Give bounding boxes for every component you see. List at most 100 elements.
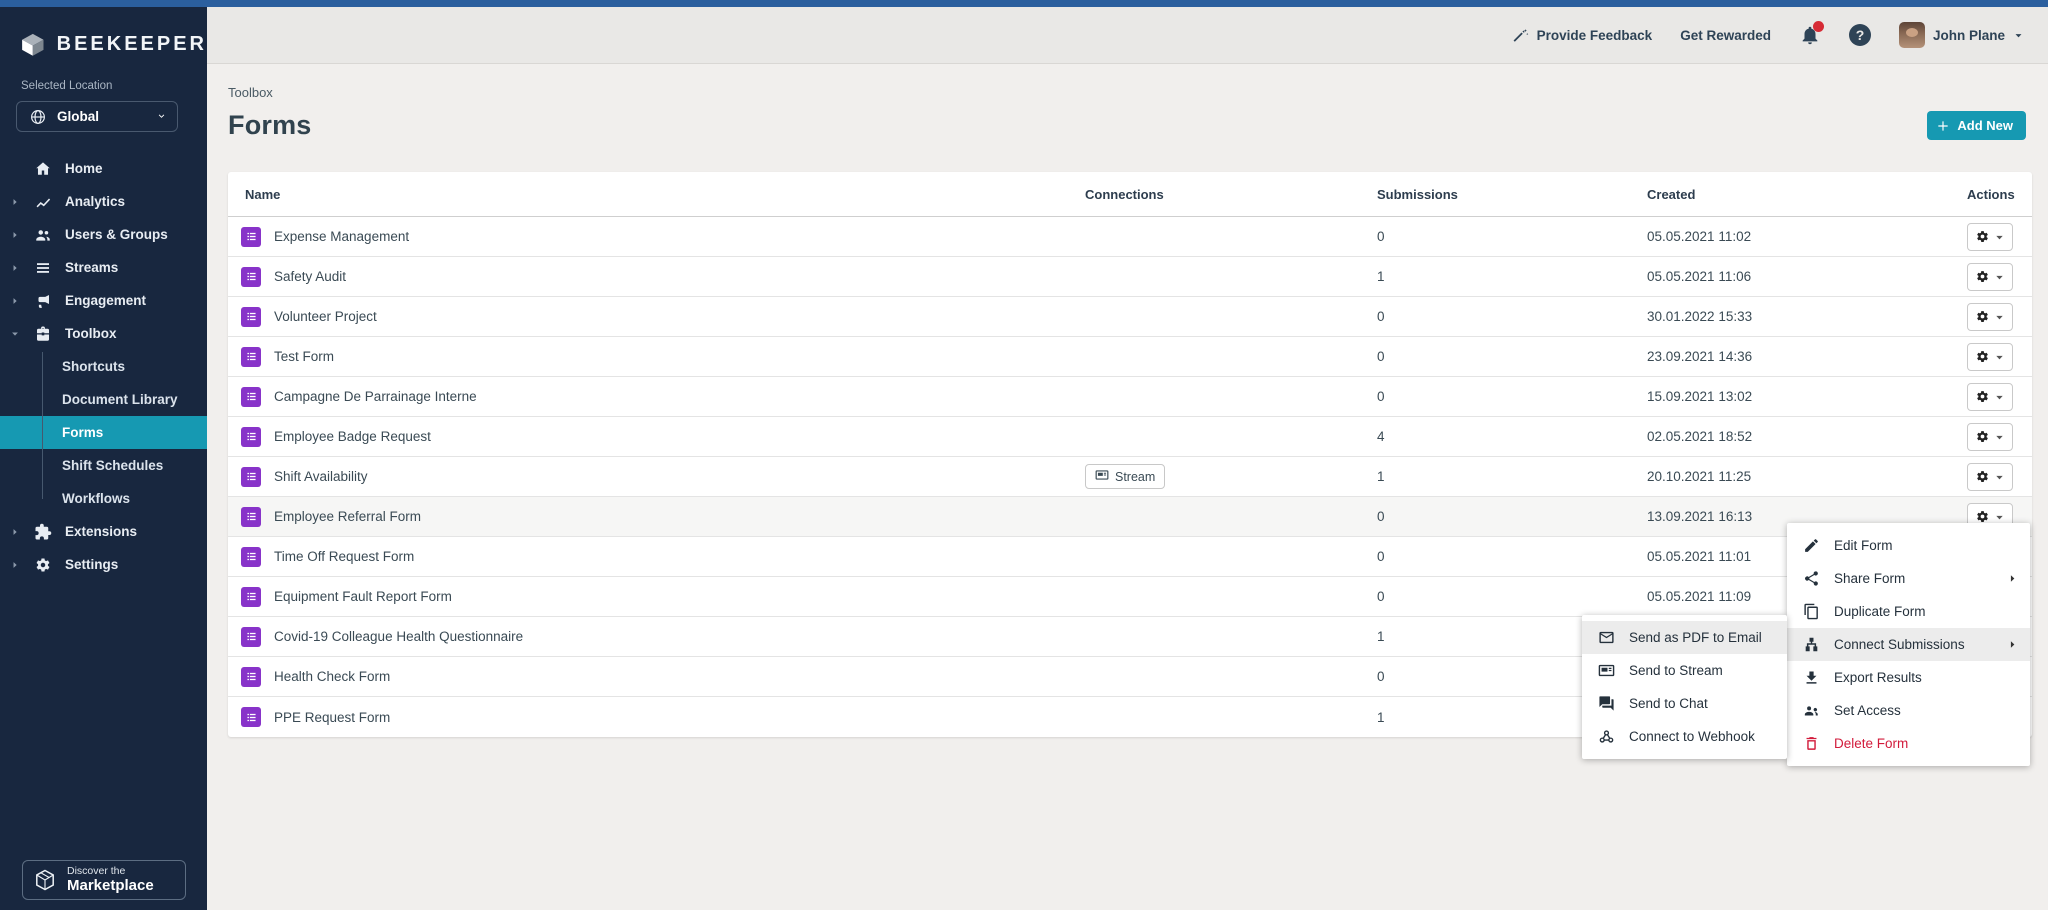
sidebar-item-forms[interactable]: Forms [0,416,207,449]
notifications-bell-icon[interactable] [1799,24,1821,46]
form-name-cell[interactable]: Safety Audit [228,267,1085,287]
menu-item-connect-submissions[interactable]: Connect Submissions [1787,628,2030,661]
table-row: Safety Audit105.05.2021 11:06 [228,257,2032,297]
sidebar-item-users-groups[interactable]: Users & Groups [0,218,207,251]
menu-item-duplicate-form[interactable]: Duplicate Form [1787,595,2030,628]
marketplace-hexagon-icon [33,868,57,892]
menu-item-label: Set Access [1834,703,2018,718]
form-name-cell[interactable]: Equipment Fault Report Form [228,587,1085,607]
form-name-cell[interactable]: Volunteer Project [228,307,1085,327]
column-header-submissions[interactable]: Submissions [1377,187,1647,202]
gear-icon [1975,429,1990,444]
row-actions-button[interactable] [1967,423,2013,451]
form-name-cell[interactable]: Test Form [228,347,1085,367]
menu-item-label: Connect to Webhook [1629,729,1775,744]
sidebar-item-shortcuts[interactable]: Shortcuts [0,350,207,383]
menu-item-edit-form[interactable]: Edit Form [1787,529,2030,562]
stream-card-icon [1095,468,1109,485]
add-new-button[interactable]: Add New [1927,111,2026,140]
provide-feedback-button[interactable]: Provide Feedback [1512,27,1653,44]
menu-item-share-form[interactable]: Share Form [1787,562,2030,595]
menu-item-send-to-stream[interactable]: Send to Stream [1582,654,1787,687]
form-name-cell[interactable]: PPE Request Form [228,707,1085,727]
user-menu[interactable]: John Plane [1899,22,2024,48]
table-row: Shift AvailabilityStream120.10.2021 11:2… [228,457,2032,497]
email-icon [1598,629,1615,646]
sidebar-item-home[interactable]: Home [0,152,207,185]
created-cell: 30.01.2022 15:33 [1647,309,1967,324]
menu-item-delete-form[interactable]: Delete Form [1787,727,2030,760]
form-name: Safety Audit [274,269,346,284]
form-name-cell[interactable]: Employee Referral Form [228,507,1085,527]
location-selector[interactable]: Global [16,101,178,132]
caret-right-icon[interactable] [10,527,24,537]
menu-item-label: Send to Stream [1629,663,1775,678]
marketplace-button[interactable]: Discover the Marketplace [22,860,186,900]
breadcrumb[interactable]: Toolbox [228,85,2048,100]
sidebar-item-document-library[interactable]: Document Library [0,383,207,416]
row-actions-button[interactable] [1967,303,2013,331]
caret-right-icon[interactable] [10,230,24,240]
marketplace-line2: Marketplace [67,878,154,895]
menu-item-connect-to-webhook[interactable]: Connect to Webhook [1582,720,1787,753]
form-icon [241,547,261,567]
sidebar-nav: HomeAnalyticsUsers & GroupsStreamsEngage… [0,152,207,581]
provide-feedback-label: Provide Feedback [1537,28,1653,43]
submissions-cell: 0 [1377,229,1647,244]
magic-wand-icon [1512,27,1529,44]
streams-icon [34,259,52,277]
row-actions-button[interactable] [1967,383,2013,411]
row-actions-button[interactable] [1967,343,2013,371]
table-row: Employee Referral Form013.09.2021 16:13 [228,497,2032,537]
form-name-cell[interactable]: Health Check Form [228,667,1085,687]
brand: BEEKEEPER [0,7,207,58]
connection-stream-badge[interactable]: Stream [1085,464,1165,489]
row-actions-button[interactable] [1967,263,2013,291]
column-header-name[interactable]: Name [228,187,1085,202]
caret-right-icon[interactable] [10,296,24,306]
form-name-cell[interactable]: Shift Availability [228,467,1085,487]
stream-card-icon [1598,662,1615,679]
created-cell: 20.10.2021 11:25 [1647,469,1967,484]
sidebar-item-analytics[interactable]: Analytics [0,185,207,218]
caret-right-icon[interactable] [10,197,24,207]
sidebar-item-workflows[interactable]: Workflows [0,482,207,515]
chevron-down-icon [1994,231,2005,242]
caret-down-icon[interactable] [10,329,24,339]
table-header: Name Connections Submissions Created Act… [228,172,2032,217]
menu-item-send-to-chat[interactable]: Send to Chat [1582,687,1787,720]
sidebar-item-streams[interactable]: Streams [0,251,207,284]
help-icon[interactable]: ? [1849,24,1871,46]
form-icon [241,707,261,727]
form-name-cell[interactable]: Covid-19 Colleague Health Questionnaire [228,627,1085,647]
row-actions-button[interactable] [1967,463,2013,491]
flow-icon [1803,636,1820,653]
form-name-cell[interactable]: Employee Badge Request [228,427,1085,447]
caret-right-icon[interactable] [10,263,24,273]
menu-item-set-access[interactable]: Set Access [1787,694,2030,727]
form-name-cell[interactable]: Campagne De Parrainage Interne [228,387,1085,407]
row-actions-button[interactable] [1967,223,2013,251]
menu-item-send-as-pdf-to-email[interactable]: Send as PDF to Email [1582,621,1787,654]
sidebar-item-toolbox[interactable]: Toolbox [0,317,207,350]
sidebar-item-shift-schedules[interactable]: Shift Schedules [0,449,207,482]
form-name-cell[interactable]: Expense Management [228,227,1085,247]
sidebar-item-settings[interactable]: Settings [0,548,207,581]
get-rewarded-button[interactable]: Get Rewarded [1680,28,1771,43]
form-icon [241,347,261,367]
form-name: Shift Availability [274,469,368,484]
menu-item-export-results[interactable]: Export Results [1787,661,2030,694]
column-header-created[interactable]: Created [1647,187,1967,202]
sidebar-item-extensions[interactable]: Extensions [0,515,207,548]
top-accent-bar [0,0,2048,7]
menu-item-label: Connect Submissions [1834,637,1993,652]
gear-icon [1975,309,1990,324]
sidebar-item-engagement[interactable]: Engagement [0,284,207,317]
column-header-connections[interactable]: Connections [1085,187,1377,202]
submissions-cell: 1 [1377,269,1647,284]
form-name-cell[interactable]: Time Off Request Form [228,547,1085,567]
chevron-down-icon [1994,351,2005,362]
caret-right-icon[interactable] [10,560,24,570]
download-icon [1803,669,1820,686]
form-icon [241,267,261,287]
